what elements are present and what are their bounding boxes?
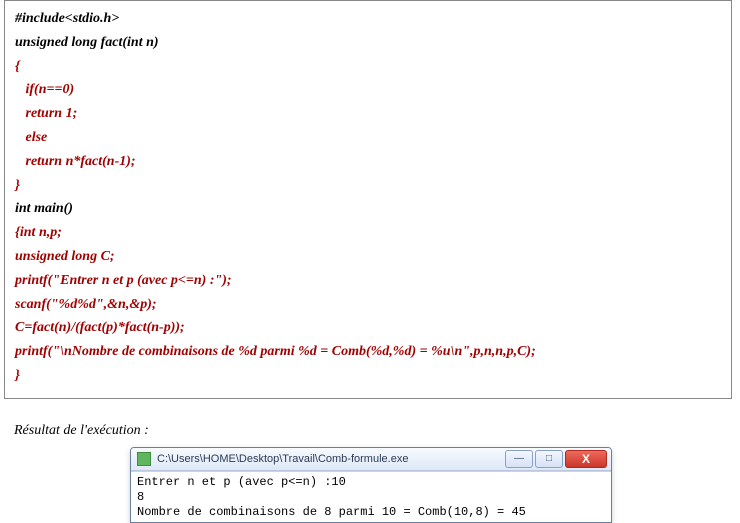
close-button[interactable]: X	[565, 450, 607, 468]
code-line: if(n==0)	[15, 78, 721, 102]
code-line: unsigned long C;	[15, 245, 721, 269]
code-line: unsigned long fact(int n)	[15, 31, 721, 55]
code-line: return n*fact(n-1);	[15, 150, 721, 174]
code-line: }	[15, 364, 721, 388]
close-icon: X	[582, 453, 590, 465]
code-line: return 1;	[15, 102, 721, 126]
window-title: C:\Users\HOME\Desktop\Travail\Comb-formu…	[157, 453, 505, 465]
code-line: scanf("%d%d",&n,&p);	[15, 293, 721, 317]
code-line: C=fact(n)/(fact(p)*fact(n-p));	[15, 316, 721, 340]
code-line: else	[15, 126, 721, 150]
console-window: C:\Users\HOME\Desktop\Travail\Comb-formu…	[130, 447, 612, 523]
console-body: Entrer n et p (avec p<=n) :10 8 Nombre d…	[131, 471, 611, 522]
title-bar[interactable]: C:\Users\HOME\Desktop\Travail\Comb-formu…	[131, 448, 611, 471]
maximize-icon: □	[546, 454, 552, 464]
code-listing: #include<stdio.h> unsigned long fact(int…	[4, 0, 732, 399]
console-line: Nombre de combinaisons de 8 parmi 10 = C…	[137, 505, 605, 520]
code-line: {int n,p;	[15, 221, 721, 245]
result-label: Résultat de l'exécution :	[14, 423, 740, 439]
window-buttons: — □ X	[505, 450, 607, 468]
code-line: int main()	[15, 197, 721, 221]
code-line: {	[15, 55, 721, 79]
app-icon	[137, 452, 151, 466]
code-line: #include<stdio.h>	[15, 7, 721, 31]
maximize-button[interactable]: □	[535, 450, 563, 468]
minimize-icon: —	[514, 454, 524, 464]
code-line: }	[15, 174, 721, 198]
minimize-button[interactable]: —	[505, 450, 533, 468]
code-line: printf("Entrer n et p (avec p<=n) :");	[15, 269, 721, 293]
code-line: printf("\nNombre de combinaisons de %d p…	[15, 340, 721, 364]
console-line: Entrer n et p (avec p<=n) :10	[137, 475, 605, 490]
